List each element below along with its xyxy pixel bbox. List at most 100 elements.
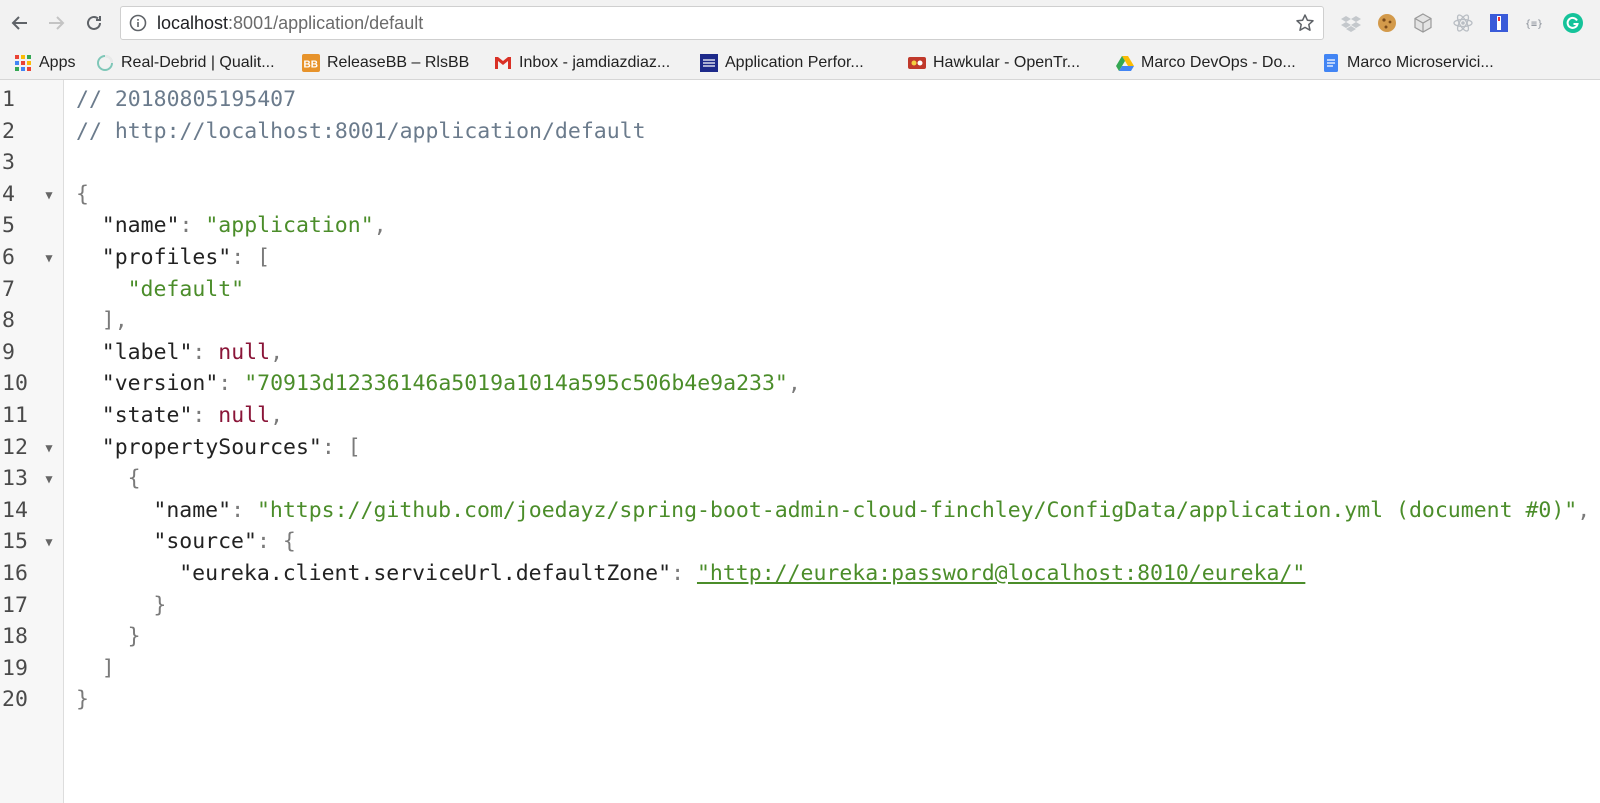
json-punctuation: , <box>270 403 284 428</box>
json-null-value: null <box>218 339 271 365</box>
json-punctuation: { <box>76 181 89 207</box>
bookmark-inbox[interactable]: Inbox - jamdiazdiaz... <box>494 46 670 79</box>
info-icon[interactable] <box>129 14 147 32</box>
fold-toggle-icon[interactable]: ▼ <box>43 179 55 211</box>
json-key: "label" <box>101 339 193 365</box>
json-punctuation: : <box>671 561 697 586</box>
json-punctuation: : <box>231 497 257 523</box>
json-punctuation: } <box>153 592 167 618</box>
bookmarks-bar: Apps Real-Debrid | Qualit... BB ReleaseB… <box>0 46 1600 80</box>
google-docs-icon <box>1324 53 1338 72</box>
code-line: 19] <box>0 653 1600 685</box>
json-key: "eureka.client.serviceUrl.defaultZone" <box>179 561 672 586</box>
arrow-left-icon <box>11 16 27 30</box>
comment-text: // 20180805195407 <box>76 87 297 112</box>
code-content: { <box>76 179 89 211</box>
json-punctuation: { <box>127 466 141 492</box>
line-number: 16 <box>2 561 28 586</box>
bookmark-label: Real-Debrid | Qualit... <box>121 53 275 71</box>
bookmark-application-performance[interactable]: Application Perfor... <box>700 46 864 79</box>
line-number: 12 <box>2 434 28 460</box>
back-button[interactable] <box>6 9 34 37</box>
bookmark-star-icon[interactable] <box>1295 13 1315 33</box>
line-number: 1 <box>2 87 15 112</box>
json-viewer-icon[interactable]: {≡} <box>1524 12 1546 34</box>
dropbox-icon[interactable] <box>1340 12 1362 34</box>
url-path: :8001/application/default <box>228 13 424 33</box>
line-number: 3 <box>2 150 15 176</box>
bookmark-label: ReleaseBB – RlsBB <box>327 53 470 71</box>
json-key: "propertySources" <box>101 434 322 460</box>
json-punctuation: , <box>787 371 801 397</box>
json-key: "state" <box>101 403 193 428</box>
app-performance-icon <box>700 53 718 72</box>
code-content: } <box>128 621 141 653</box>
code-content: // http://localhost:8001/application/def… <box>76 116 646 148</box>
json-null-value: null <box>218 403 271 428</box>
cube-icon[interactable] <box>1412 12 1434 34</box>
code-content: "version": "70913d12336146a5019a1014a595… <box>102 368 801 400</box>
code-line: 3 <box>0 147 1600 179</box>
line-number: 8 <box>2 308 15 334</box>
json-string-value: "application" <box>205 213 374 239</box>
svg-text:BB: BB <box>304 59 318 70</box>
code-line: 13 ▼ { <box>0 463 1600 495</box>
bookmark-real-debrid[interactable]: Real-Debrid | Qualit... <box>96 46 275 79</box>
reload-icon <box>87 15 101 30</box>
json-punctuation: } <box>76 687 89 713</box>
forward-button[interactable] <box>42 9 70 37</box>
bookmark-marco-devops[interactable]: Marco DevOps - Do... <box>1116 46 1296 79</box>
line-number: 10 <box>2 371 28 397</box>
code-content: ], <box>102 305 128 337</box>
comment-text: // http://localhost:8001/application/def… <box>76 118 646 144</box>
cookie-icon[interactable] <box>1376 12 1398 34</box>
json-key: "name" <box>153 497 232 523</box>
code-content: ] <box>102 653 115 685</box>
bookmark-marco-microservicios[interactable]: Marco Microservici... <box>1322 46 1494 79</box>
bookmark-releasebb[interactable]: BB ReleaseBB – RlsBB <box>302 46 469 79</box>
json-key: "name" <box>101 213 180 239</box>
fold-toggle-icon[interactable]: ▼ <box>43 463 55 495</box>
json-punctuation: ] <box>101 655 115 681</box>
reload-button[interactable] <box>80 9 108 37</box>
line-number: 11 <box>2 403 28 428</box>
json-string-value: "70913d12336146a5019a1014a595c506b4e9a23… <box>244 371 788 397</box>
url-text[interactable]: localhost:8001/application/default <box>157 7 423 39</box>
code-line: 12 ▼ "propertySources": [ <box>0 432 1600 464</box>
json-url-link[interactable]: "http://eureka:password@localhost:8010/e… <box>697 561 1305 586</box>
code-line: 5 "name": "application", <box>0 210 1600 242</box>
line-number: 20 <box>2 687 28 713</box>
fold-toggle-icon[interactable]: ▼ <box>43 432 55 464</box>
hawkular-icon <box>908 56 926 69</box>
code-content: "propertySources": [ <box>102 432 361 464</box>
bookmark-hawkular[interactable]: Hawkular - OpenTr... <box>908 46 1080 79</box>
tag-icon[interactable] <box>1488 12 1510 34</box>
fold-toggle-icon[interactable]: ▼ <box>43 242 55 274</box>
bookmark-apps[interactable]: Apps <box>14 46 75 79</box>
json-punctuation: : [ <box>231 245 271 270</box>
json-punctuation: , <box>1577 497 1591 523</box>
code-line: 8], <box>0 305 1600 337</box>
url-host: localhost <box>157 13 229 33</box>
apps-grid-icon <box>15 54 31 71</box>
json-key: "version" <box>101 371 219 397</box>
json-string-value: "https://github.com/joedayz/spring-boot-… <box>256 497 1578 523</box>
json-punctuation: : <box>192 403 219 428</box>
code-line: 2 // http://localhost:8001/application/de… <box>0 116 1600 148</box>
code-line: 20} <box>0 684 1600 716</box>
line-number: 14 <box>2 497 28 523</box>
react-icon[interactable] <box>1452 12 1474 34</box>
json-punctuation: : <box>218 371 245 397</box>
code-content: "state": null, <box>102 400 283 432</box>
code-content: "profiles": [ <box>102 242 270 274</box>
line-number: 13 <box>2 466 28 492</box>
code-content: "default" <box>128 274 245 306</box>
code-line: 18} <box>0 621 1600 653</box>
code-content: } <box>76 684 89 716</box>
bookmark-label: Application Perfor... <box>725 53 864 71</box>
address-bar[interactable]: localhost:8001/application/default <box>120 6 1324 40</box>
fold-toggle-icon[interactable]: ▼ <box>43 526 55 558</box>
grammarly-icon[interactable] <box>1562 12 1584 34</box>
code-line: 17} <box>0 590 1600 622</box>
code-line: 16 "eureka.client.serviceUrl.defaultZone"… <box>0 558 1600 590</box>
